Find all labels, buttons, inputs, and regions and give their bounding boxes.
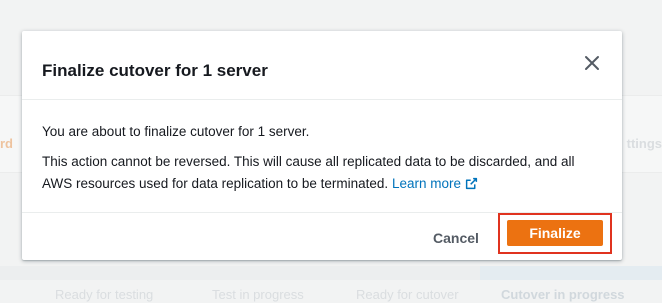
dialog-message: You are about to finalize cutover for 1 … <box>42 124 310 139</box>
close-button[interactable] <box>580 51 604 75</box>
dialog-title: Finalize cutover for 1 server <box>42 61 268 80</box>
close-icon <box>585 56 599 70</box>
cancel-button[interactable]: Cancel <box>417 223 495 253</box>
learn-more-link[interactable]: Learn more <box>392 176 478 191</box>
external-link-icon <box>465 177 478 190</box>
dialog-header: Finalize cutover for 1 server <box>22 31 622 100</box>
dialog-warning-text: This action cannot be reversed. This wil… <box>42 154 575 191</box>
dialog-footer: Cancel Finalize <box>22 212 622 261</box>
finalize-cutover-dialog: Finalize cutover for 1 server You are ab… <box>22 31 622 260</box>
dialog-warning: This action cannot be reversed. This wil… <box>42 151 602 195</box>
learn-more-label: Learn more <box>391 176 461 191</box>
dialog-body: You are about to finalize cutover for 1 … <box>42 121 602 195</box>
finalize-button[interactable]: Finalize <box>507 220 603 246</box>
